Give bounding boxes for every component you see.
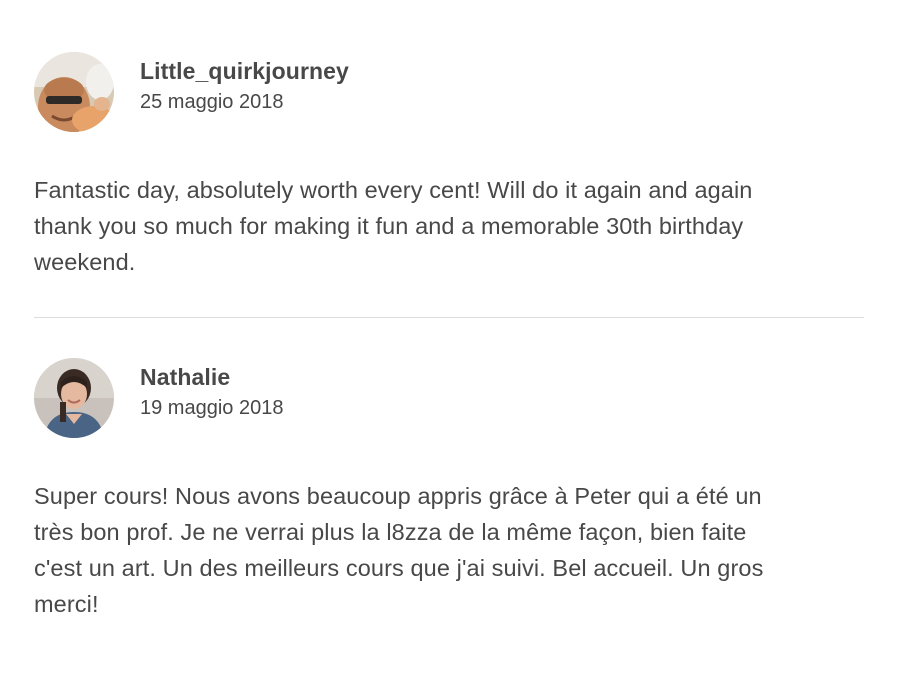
avatar[interactable] [34,358,114,438]
avatar-photo-icon [34,52,114,132]
avatar-photo-icon [34,358,114,438]
review-meta: Little_quirkjourney 25 maggio 2018 [140,52,349,116]
review-item: Little_quirkjourney 25 maggio 2018 Fanta… [34,52,864,280]
divider [34,317,864,318]
reviewer-name[interactable]: Nathalie [140,362,283,392]
review-meta: Nathalie 19 maggio 2018 [140,358,283,422]
review-text: Fantastic day, absolutely worth every ce… [34,177,753,275]
review-text: Super cours! Nous avons beaucoup appris … [34,483,764,617]
review-date: 19 maggio 2018 [140,397,284,419]
review-header: Little_quirkjourney 25 maggio 2018 [34,52,864,132]
avatar[interactable] [34,52,114,132]
review-item: Nathalie 19 maggio 2018 Super cours! Nou… [34,358,864,622]
reviewer-name[interactable]: Little_quirkjourney [140,56,349,86]
review-date: 25 maggio 2018 [140,91,284,113]
review-header: Nathalie 19 maggio 2018 [34,358,864,438]
